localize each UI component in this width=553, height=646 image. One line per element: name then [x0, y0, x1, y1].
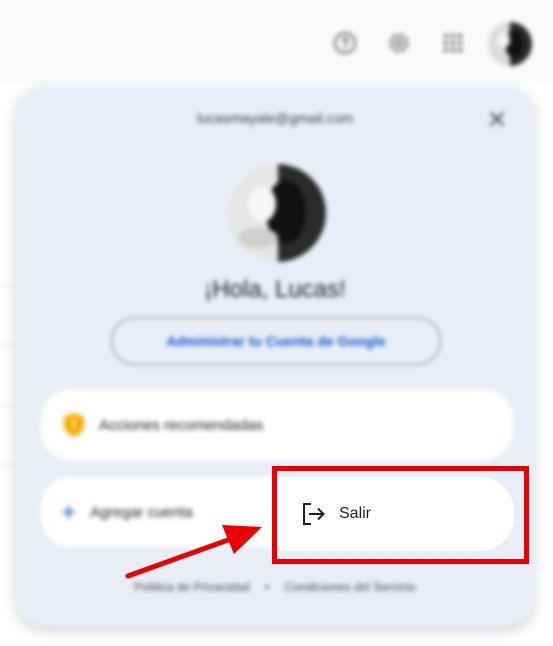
apps-grid-icon[interactable] — [440, 30, 466, 56]
account-avatar-button[interactable] — [488, 22, 532, 66]
add-account-button[interactable]: + Agregar cuenta — [41, 477, 277, 547]
close-icon — [489, 111, 505, 127]
highlight-box — [272, 466, 529, 564]
background-divider — [0, 345, 16, 346]
top-bar — [0, 0, 553, 82]
profile-avatar[interactable] — [228, 164, 326, 262]
manage-account-button[interactable]: Administrar tu Cuenta de Google — [111, 317, 441, 365]
greeting-text: ¡Hola, Lucas! — [204, 276, 346, 303]
plus-icon: + — [61, 497, 77, 527]
background-divider — [0, 405, 16, 406]
background-divider — [0, 285, 16, 286]
privacy-policy-link[interactable]: Política de Privacidad — [134, 580, 249, 594]
add-account-label: Agregar cuenta — [90, 503, 193, 521]
close-button[interactable] — [484, 106, 510, 132]
recommended-actions-label: Acciones recomendadas — [99, 416, 264, 434]
account-email: lucasmayale@gmail.com — [197, 110, 353, 126]
shield-icon — [61, 410, 87, 440]
terms-of-service-link[interactable]: Condiciones del Servicio — [284, 580, 415, 594]
recommended-actions-button[interactable]: Acciones recomendadas — [41, 390, 513, 460]
background-divider — [0, 465, 16, 466]
footer-separator: • — [264, 580, 270, 594]
settings-icon[interactable] — [386, 30, 412, 56]
help-icon[interactable] — [332, 30, 358, 56]
footer-links: Política de Privacidad • Condiciones del… — [16, 580, 534, 594]
